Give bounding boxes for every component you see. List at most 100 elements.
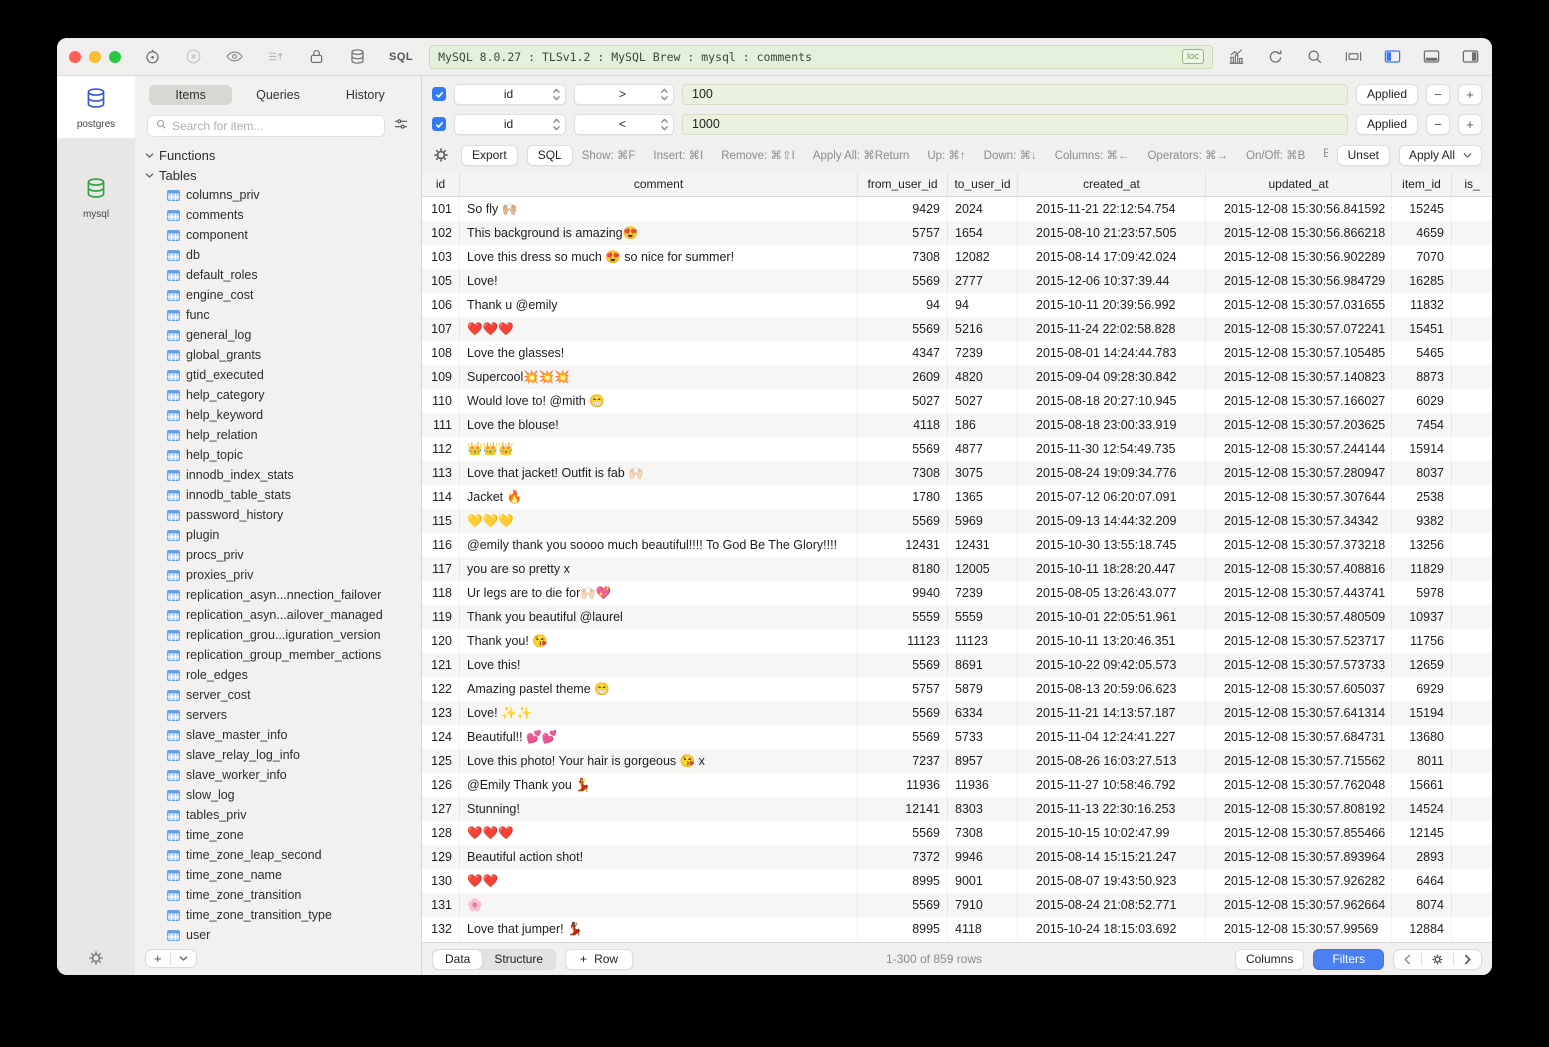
cell-to_user_id[interactable]: 2024 bbox=[948, 197, 1018, 221]
cell-item_id[interactable]: 10937 bbox=[1392, 605, 1452, 629]
cell-id[interactable]: 113 bbox=[422, 461, 460, 485]
add-filter-button[interactable]: + bbox=[1458, 114, 1482, 135]
cell-updated_at[interactable]: 2015-12-08 15:30:57.373218 bbox=[1206, 533, 1392, 557]
cell-id[interactable]: 111 bbox=[422, 413, 460, 437]
cell-updated_at[interactable]: 2015-12-08 15:30:57.808192 bbox=[1206, 797, 1392, 821]
cell-from_user_id[interactable]: 5757 bbox=[858, 221, 948, 245]
structure-view-button[interactable]: Structure bbox=[482, 950, 555, 969]
cell-is_[interactable] bbox=[1452, 269, 1492, 293]
sidebar-table-item[interactable]: time_zone_name bbox=[145, 865, 421, 885]
cell-id[interactable]: 115 bbox=[422, 509, 460, 533]
cell-to_user_id[interactable]: 6334 bbox=[948, 701, 1018, 725]
sidebar-table-item[interactable]: func bbox=[145, 305, 421, 325]
filter-settings-icon[interactable] bbox=[393, 116, 409, 137]
sidebar-table-item[interactable]: time_zone_leap_second bbox=[145, 845, 421, 865]
cell-item_id[interactable]: 14524 bbox=[1392, 797, 1452, 821]
filter-applied-button[interactable]: Applied bbox=[1356, 84, 1418, 105]
table-row[interactable]: 111Love the blouse!41181862015-08-18 23:… bbox=[422, 413, 1492, 437]
cell-id[interactable]: 117 bbox=[422, 557, 460, 581]
cell-from_user_id[interactable]: 5559 bbox=[858, 605, 948, 629]
cell-to_user_id[interactable]: 5216 bbox=[948, 317, 1018, 341]
cell-from_user_id[interactable]: 5569 bbox=[858, 509, 948, 533]
refresh-icon[interactable] bbox=[1266, 47, 1285, 66]
data-view-button[interactable]: Data bbox=[433, 950, 482, 969]
cell-updated_at[interactable]: 2015-12-08 15:30:56.841592 bbox=[1206, 197, 1392, 221]
column-header-item_id[interactable]: item_id bbox=[1392, 173, 1452, 196]
cell-to_user_id[interactable]: 5559 bbox=[948, 605, 1018, 629]
cell-id[interactable]: 130 bbox=[422, 869, 460, 893]
cell-is_[interactable] bbox=[1452, 773, 1492, 797]
cell-id[interactable]: 125 bbox=[422, 749, 460, 773]
cell-updated_at[interactable]: 2015-12-08 15:30:57.99569 bbox=[1206, 917, 1392, 941]
cell-item_id[interactable]: 13256 bbox=[1392, 533, 1452, 557]
sidebar-table-item[interactable]: time_zone_transition bbox=[145, 885, 421, 905]
cell-to_user_id[interactable]: 186 bbox=[948, 413, 1018, 437]
table-row[interactable]: 131🌸556979102015-08-24 21:08:52.7712015-… bbox=[422, 893, 1492, 917]
cell-to_user_id[interactable]: 1654 bbox=[948, 221, 1018, 245]
table-row[interactable]: 110Would love to! @mith 😁502750272015-08… bbox=[422, 389, 1492, 413]
preview-eye-icon[interactable] bbox=[225, 47, 244, 66]
cell-item_id[interactable]: 6464 bbox=[1392, 869, 1452, 893]
sidebar-table-item[interactable]: global_grants bbox=[145, 345, 421, 365]
table-row[interactable]: 114Jacket 🔥178013652015-07-12 06:20:07.0… bbox=[422, 485, 1492, 509]
cell-id[interactable]: 123 bbox=[422, 701, 460, 725]
database-icon[interactable] bbox=[348, 47, 367, 66]
column-header-comment[interactable]: comment bbox=[460, 173, 858, 196]
cell-item_id[interactable]: 2893 bbox=[1392, 845, 1452, 869]
cell-item_id[interactable]: 12884 bbox=[1392, 917, 1452, 941]
cell-is_[interactable] bbox=[1452, 389, 1492, 413]
cell-to_user_id[interactable]: 4118 bbox=[948, 917, 1018, 941]
table-row[interactable]: 120Thank you! 😘11123111232015-10-11 13:2… bbox=[422, 629, 1492, 653]
cell-from_user_id[interactable]: 5569 bbox=[858, 725, 948, 749]
cell-comment[interactable]: This background is amazing😍 bbox=[460, 221, 858, 245]
cell-from_user_id[interactable]: 5569 bbox=[858, 893, 948, 917]
cell-to_user_id[interactable]: 5027 bbox=[948, 389, 1018, 413]
cell-comment[interactable]: Love the blouse! bbox=[460, 413, 858, 437]
cell-to_user_id[interactable]: 9946 bbox=[948, 845, 1018, 869]
cell-comment[interactable]: Love this photo! Your hair is gorgeous 😘… bbox=[460, 749, 858, 773]
cell-created_at[interactable]: 2015-10-22 09:42:05.573 bbox=[1018, 653, 1206, 677]
sidebar-table-item[interactable]: innodb_table_stats bbox=[145, 485, 421, 505]
cell-is_[interactable] bbox=[1452, 581, 1492, 605]
cell-from_user_id[interactable]: 8995 bbox=[858, 869, 948, 893]
cell-created_at[interactable]: 2015-08-24 21:08:52.771 bbox=[1018, 893, 1206, 917]
cell-created_at[interactable]: 2015-09-13 14:44:32.209 bbox=[1018, 509, 1206, 533]
filter-value-input[interactable]: 100 bbox=[682, 84, 1348, 105]
cell-updated_at[interactable]: 2015-12-08 15:30:57.855466 bbox=[1206, 821, 1392, 845]
table-row[interactable]: 109Supercool💥💥💥260948202015-09-04 09:28:… bbox=[422, 365, 1492, 389]
cell-to_user_id[interactable]: 5969 bbox=[948, 509, 1018, 533]
connection-postgres[interactable]: postgres bbox=[57, 76, 135, 138]
table-row[interactable]: 123Love! ✨✨556963342015-11-21 14:13:57.1… bbox=[422, 701, 1492, 725]
filter-value-input[interactable]: 1000 bbox=[682, 114, 1348, 135]
cell-updated_at[interactable]: 2015-12-08 15:30:57.408816 bbox=[1206, 557, 1392, 581]
cell-is_[interactable] bbox=[1452, 293, 1492, 317]
cell-comment[interactable]: Love this dress so much 😍 so nice for su… bbox=[460, 245, 858, 269]
sidebar-table-item[interactable]: server_cost bbox=[145, 685, 421, 705]
cell-created_at[interactable]: 2015-10-11 13:20:46.351 bbox=[1018, 629, 1206, 653]
cell-is_[interactable] bbox=[1452, 749, 1492, 773]
sidebar-table-item[interactable]: time_zone_transition_type bbox=[145, 905, 421, 925]
cell-item_id[interactable]: 15245 bbox=[1392, 197, 1452, 221]
cell-is_[interactable] bbox=[1452, 341, 1492, 365]
sidebar-table-item[interactable]: time_zone bbox=[145, 825, 421, 845]
cell-id[interactable]: 126 bbox=[422, 773, 460, 797]
cell-created_at[interactable]: 2015-10-15 10:02:47.99 bbox=[1018, 821, 1206, 845]
cell-created_at[interactable]: 2015-08-07 19:43:50.923 bbox=[1018, 869, 1206, 893]
cell-is_[interactable] bbox=[1452, 437, 1492, 461]
cell-is_[interactable] bbox=[1452, 893, 1492, 917]
cell-id[interactable]: 106 bbox=[422, 293, 460, 317]
table-row[interactable]: 124Beautiful!! 💕💕556957332015-11-04 12:2… bbox=[422, 725, 1492, 749]
cell-comment[interactable]: Thank you beautiful @laurel bbox=[460, 605, 858, 629]
cell-id[interactable]: 121 bbox=[422, 653, 460, 677]
apply-all-button[interactable]: Apply All bbox=[1399, 145, 1482, 166]
cell-to_user_id[interactable]: 4877 bbox=[948, 437, 1018, 461]
cell-updated_at[interactable]: 2015-12-08 15:30:57.480509 bbox=[1206, 605, 1392, 629]
cell-is_[interactable] bbox=[1452, 605, 1492, 629]
search-icon[interactable] bbox=[1305, 47, 1324, 66]
filter-column-select[interactable]: id bbox=[454, 84, 566, 105]
cell-to_user_id[interactable]: 12005 bbox=[948, 557, 1018, 581]
table-row[interactable]: 117you are so pretty x8180120052015-10-1… bbox=[422, 557, 1492, 581]
table-row[interactable]: 101So fly 🙌🏼942920242015-11-21 22:12:54.… bbox=[422, 197, 1492, 221]
filter-gear-icon[interactable] bbox=[432, 146, 450, 164]
cell-item_id[interactable]: 8037 bbox=[1392, 461, 1452, 485]
